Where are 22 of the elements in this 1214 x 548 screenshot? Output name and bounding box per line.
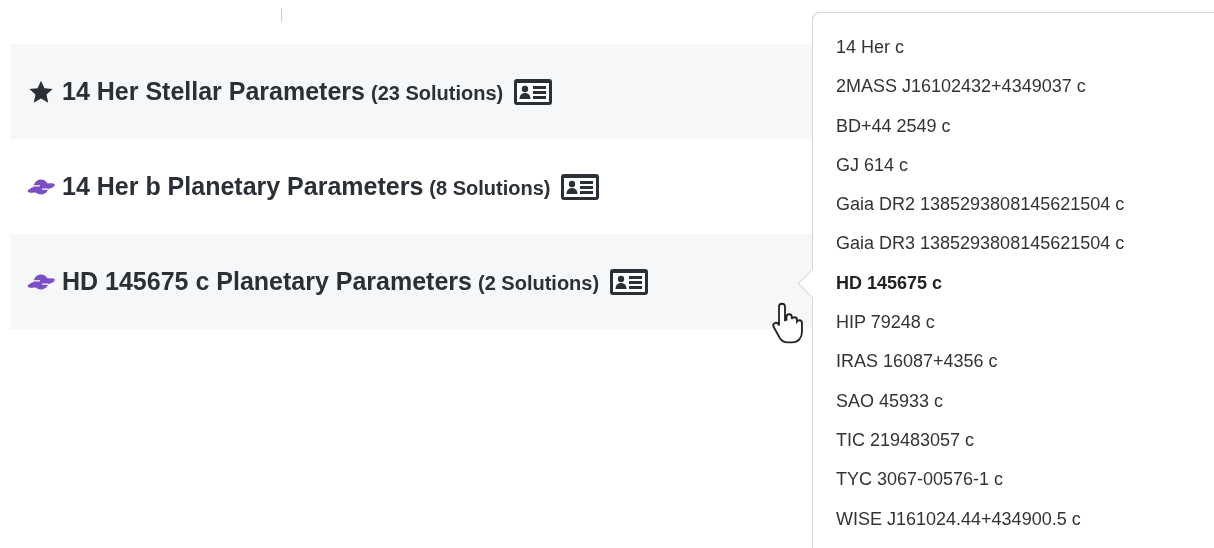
row-title: 14 Her b Planetary Parameters <box>62 172 424 201</box>
alias-name: 14 Her c <box>836 36 906 59</box>
id-card-icon[interactable] <box>609 266 650 297</box>
alias-name: TIC 219483057 c <box>836 428 976 452</box>
alias-name: BD+44 2549 c <box>836 114 952 138</box>
alias-name: SAO 45933 c <box>836 389 945 413</box>
alias-name: WISE J161024.44+434900.5 c <box>836 507 1082 531</box>
id-card-icon[interactable] <box>560 171 601 202</box>
alias-name: Gaia DR3 1385293808145621504 c <box>836 232 1126 256</box>
solutions-count: (8 Solutions) <box>429 176 551 200</box>
alias-name: 2MASS J16102432+4349037 c <box>836 75 1087 99</box>
alias-name: HD 145675 c <box>836 271 944 295</box>
alias-name: IRAS 16087+4356 c <box>836 350 999 374</box>
id-card-icon[interactable] <box>513 76 554 107</box>
alias-name: TYC 3067-00576-1 c <box>836 468 1005 492</box>
solutions-count: (23 Solutions) <box>370 81 504 105</box>
alias-name: Gaia DR2 1385293808145621504 c <box>836 193 1126 217</box>
row-title: 14 Her Stellar Parameters <box>62 77 365 106</box>
alias-name: HIP 79248 c <box>836 311 936 335</box>
alias-name: GJ 614 c <box>836 153 910 177</box>
row-title: HD 145675 c Planetary Parameters <box>62 267 472 296</box>
solutions-count: (2 Solutions) <box>478 271 600 295</box>
